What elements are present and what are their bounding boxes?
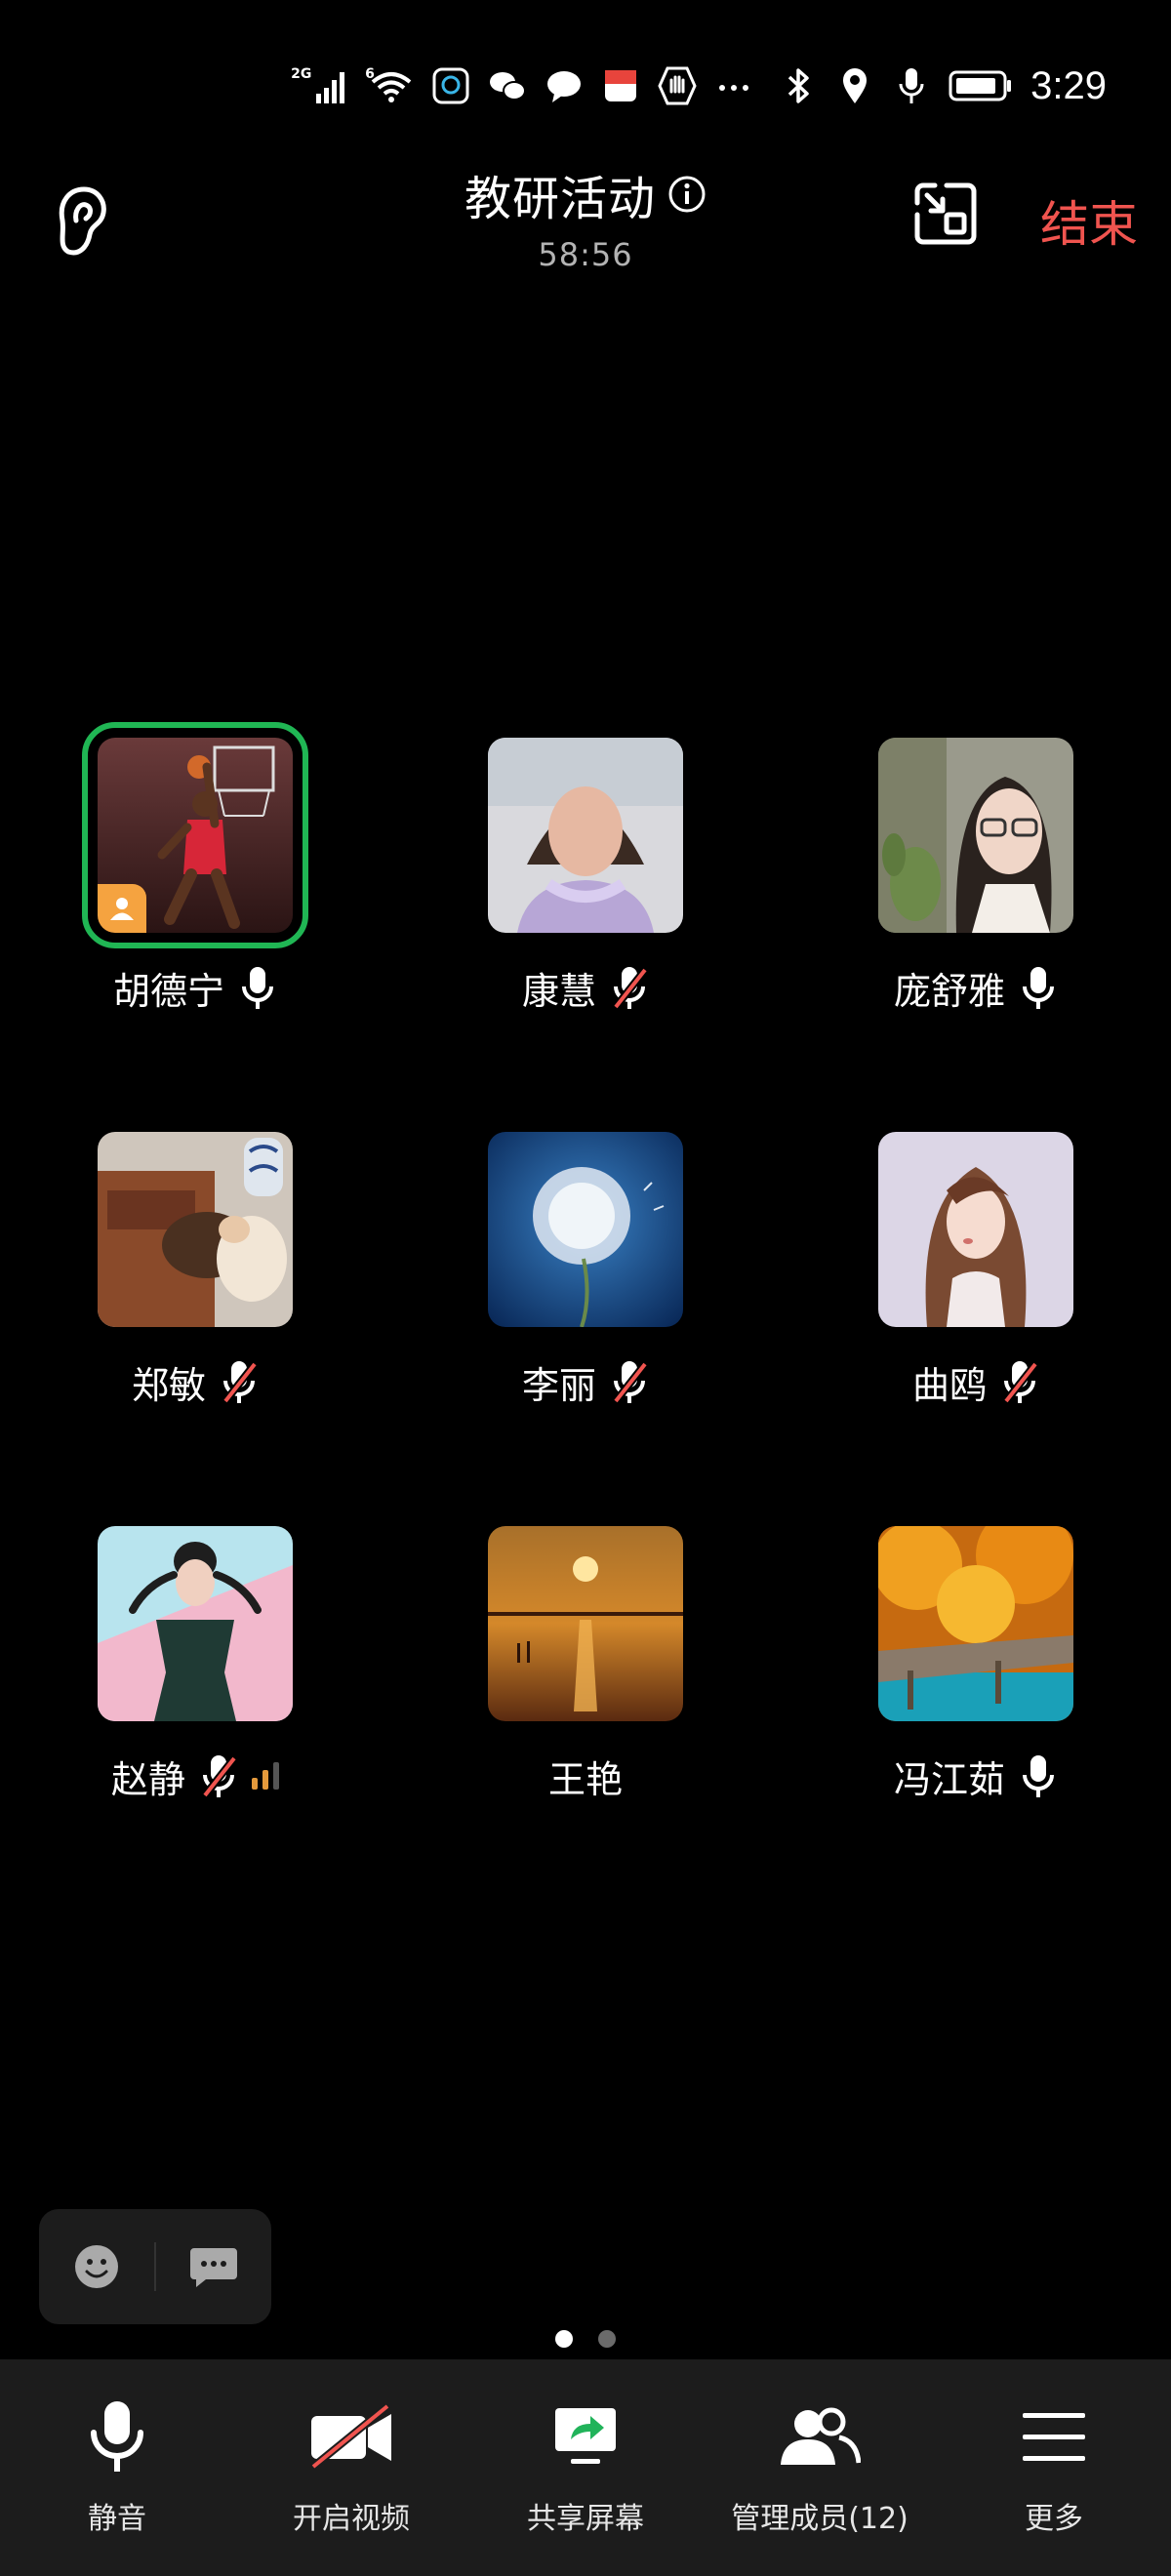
- host-badge-icon: [98, 884, 146, 933]
- battery-icon: [949, 66, 1013, 105]
- meeting-timer: 58:56: [538, 236, 633, 273]
- avatar: [488, 738, 683, 933]
- meeting-title: 教研活动: [464, 172, 656, 226]
- participant-name-row: 李丽: [522, 1354, 649, 1409]
- avatar: [488, 1132, 683, 1327]
- page-dot-active[interactable]: [555, 2330, 573, 2348]
- meeting-screen: 2G 6 3:29 教研活动 58:56 结束 胡德宁 康慧 庞舒雅 郑敏 李丽…: [0, 0, 1171, 2576]
- microphone-muted-icon: [1000, 1358, 1039, 1405]
- more-button[interactable]: 更多: [937, 2359, 1171, 2576]
- info-icon[interactable]: [667, 175, 707, 214]
- participant-name: 曲鸥: [911, 1363, 987, 1407]
- wifi-icon: 6: [365, 66, 414, 105]
- title-block: 教研活动 58:56: [0, 160, 1171, 273]
- location-icon: [835, 66, 874, 105]
- manage-members-button[interactable]: 管理成员(12): [703, 2359, 937, 2576]
- avatar: [488, 1526, 683, 1721]
- avatar: [878, 1526, 1073, 1721]
- mute-label: 静音: [88, 2502, 146, 2536]
- members-icon: [776, 2393, 864, 2480]
- participant-tile[interactable]: 胡德宁: [0, 722, 390, 1015]
- participant-tile[interactable]: 李丽: [390, 1132, 781, 1409]
- participant-name: 冯江茹: [893, 1757, 1005, 1801]
- microphone-on-icon: [1019, 964, 1058, 1011]
- network-6-label: 6: [365, 66, 375, 82]
- microphone-muted-icon: [610, 964, 649, 1011]
- participant-tile[interactable]: 曲鸥: [781, 1132, 1171, 1409]
- message-icon: [545, 66, 584, 105]
- page-indicator: [0, 2330, 1171, 2348]
- menu-icon: [1010, 2393, 1098, 2480]
- participant-name: 郑敏: [131, 1363, 206, 1407]
- participant-tile[interactable]: 庞舒雅: [781, 738, 1171, 1015]
- app-notification-icon: [431, 66, 470, 105]
- participant-name-row: 王艳: [548, 1749, 623, 1803]
- hand-icon: [658, 66, 697, 105]
- participant-name: 王艳: [547, 1757, 623, 1801]
- participant-name-row: 康慧: [522, 960, 649, 1015]
- participant-tile[interactable]: 王艳: [390, 1526, 781, 1803]
- avatar: [82, 722, 308, 948]
- microphone-on-icon: [1019, 1752, 1058, 1799]
- participant-name: 庞舒雅: [893, 969, 1005, 1013]
- participant-name: 康慧: [521, 969, 596, 1013]
- share-screen-label: 共享屏幕: [527, 2502, 644, 2536]
- participant-name-row: 冯江茹: [894, 1749, 1058, 1803]
- end-meeting-button[interactable]: 结束: [1040, 185, 1138, 256]
- participants-grid: 胡德宁 康慧 庞舒雅 郑敏 李丽 曲鸥 赵静 王艳 冯江茹: [0, 722, 1171, 1803]
- participant-tile[interactable]: 赵静: [0, 1526, 390, 1803]
- microphone-status-icon: [892, 66, 931, 105]
- emoji-icon: [75, 2245, 118, 2288]
- bottom-toolbar: 静音 开启视频 共享屏幕 管理成员(12) 更多: [0, 2359, 1171, 2576]
- avatar: [98, 1132, 293, 1327]
- chat-button[interactable]: [156, 2209, 271, 2324]
- status-bar: 2G 6 3:29: [291, 57, 1107, 115]
- participant-tile[interactable]: 冯江茹: [781, 1526, 1171, 1803]
- microphone-icon: [73, 2393, 161, 2480]
- start-video-label: 开启视频: [293, 2502, 410, 2536]
- meeting-header: 教研活动 58:56 结束: [0, 146, 1171, 283]
- manage-members-label: 管理成员(12): [731, 2502, 909, 2536]
- network-2g-label: 2G: [291, 66, 312, 82]
- clock-time: 3:29: [1030, 63, 1107, 107]
- more-dots-icon: [714, 66, 753, 105]
- mute-button[interactable]: 静音: [0, 2359, 234, 2576]
- signal-2g-icon: 2G: [291, 66, 347, 105]
- participant-name-row: 曲鸥: [912, 1354, 1039, 1409]
- chat-icon: [190, 2248, 237, 2287]
- bluetooth-icon: [779, 66, 818, 105]
- wechat-icon: [488, 66, 527, 105]
- minimize-window-icon[interactable]: [913, 181, 978, 246]
- reaction-bar: [39, 2209, 271, 2324]
- start-video-button[interactable]: 开启视频: [234, 2359, 468, 2576]
- microphone-on-icon: [238, 964, 277, 1011]
- participant-name: 赵静: [110, 1757, 185, 1801]
- avatar: [878, 1132, 1073, 1327]
- avatar: [878, 738, 1073, 933]
- participant-name-row: 庞舒雅: [894, 960, 1058, 1015]
- share-screen-icon: [542, 2393, 629, 2480]
- participant-name: 胡德宁: [112, 969, 224, 1013]
- more-label: 更多: [1025, 2502, 1083, 2536]
- microphone-muted-icon: [199, 1752, 238, 1799]
- share-screen-button[interactable]: 共享屏幕: [468, 2359, 703, 2576]
- participant-name-row: 胡德宁: [113, 960, 277, 1015]
- video-off-icon: [307, 2393, 395, 2480]
- participant-name-row: 郑敏: [132, 1354, 259, 1409]
- participant-tile[interactable]: 康慧: [390, 738, 781, 1015]
- emoji-button[interactable]: [39, 2209, 154, 2324]
- network-signal-icon: [252, 1762, 279, 1790]
- title-row[interactable]: 教研活动: [464, 160, 707, 228]
- participant-name-row: 赵静: [111, 1749, 279, 1803]
- microphone-muted-icon: [610, 1358, 649, 1405]
- participant-tile[interactable]: 郑敏: [0, 1132, 390, 1409]
- red-app-icon: [601, 66, 640, 105]
- microphone-muted-icon: [220, 1358, 259, 1405]
- avatar: [98, 1526, 293, 1721]
- page-dot[interactable]: [598, 2330, 616, 2348]
- participant-name: 李丽: [521, 1363, 596, 1407]
